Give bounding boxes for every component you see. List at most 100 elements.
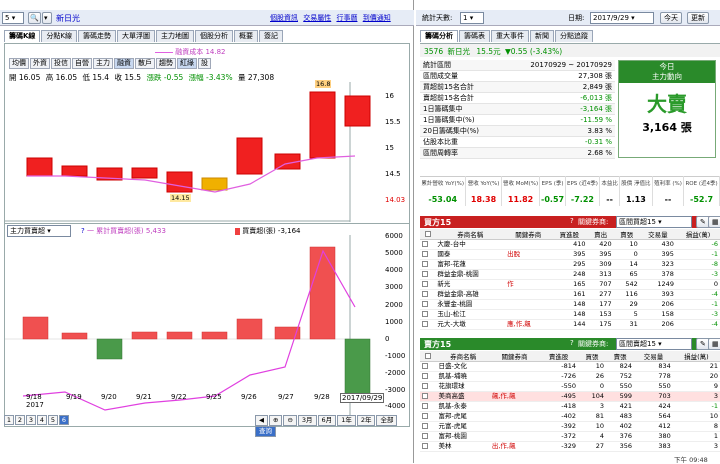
row-checkbox[interactable] [420, 411, 437, 422]
tab-summary[interactable]: 概要 [234, 30, 259, 42]
tab-chip-table[interactable]: 籌碼表 [459, 30, 490, 42]
toolbar-avg[interactable]: 均價 [9, 58, 29, 69]
days-select[interactable]: 1 ▾ [460, 12, 484, 24]
tab-events[interactable]: 重大事件 [491, 30, 529, 42]
select-all-checkbox[interactable] [420, 229, 436, 240]
table-row[interactable]: 凱基-埔曉 -726 26 752 778 20 [420, 371, 720, 382]
page-5[interactable]: 5 [48, 415, 58, 425]
row-checkbox[interactable] [420, 401, 437, 412]
column-header[interactable]: 券商名稱 [436, 351, 490, 362]
toolbar-settings[interactable]: 設 [198, 58, 211, 69]
toolbar-main[interactable]: 主力 [93, 58, 113, 69]
table-row[interactable]: 美林 出,作,飆 -329 27 356 383 3 [420, 441, 720, 452]
row-checkbox[interactable] [420, 431, 437, 442]
help-icon[interactable]: ? [81, 227, 85, 235]
prev-icon[interactable]: ◀ [255, 415, 268, 426]
row-checkbox[interactable] [420, 269, 436, 280]
dropdown-button[interactable]: ▾ [42, 12, 52, 24]
tab-branch-track[interactable]: 分點追蹤 [555, 30, 593, 42]
table-row[interactable]: 凱基-永泰 -418 3 421 424 -1 [420, 401, 720, 412]
column-header[interactable]: 賣進股 [539, 351, 579, 362]
row-checkbox[interactable] [420, 361, 437, 372]
table-row[interactable]: 富邦-虎尾 -402 81 483 564 10 [420, 411, 720, 422]
toolbar-dealer[interactable]: 自營 [72, 58, 92, 69]
row-checkbox[interactable] [420, 319, 436, 330]
toolbar-foreign[interactable]: 外資 [30, 58, 50, 69]
row-checkbox[interactable] [420, 421, 437, 432]
row-checkbox[interactable] [420, 441, 437, 452]
page-2[interactable]: 2 [15, 415, 25, 425]
table-row[interactable]: 玉山-松江 148 153 5 158 -3 [420, 309, 720, 320]
zoom-out-icon[interactable]: ⊖ [283, 415, 297, 426]
link-price-alert[interactable]: 到價通知 [363, 14, 391, 22]
column-header[interactable]: 買張 [578, 351, 607, 362]
row-checkbox[interactable] [420, 391, 437, 402]
range-6m[interactable]: 6月 [317, 415, 337, 426]
link-stock-info[interactable]: 個股資訊 [270, 14, 298, 22]
column-header[interactable]: 賣張 [613, 229, 640, 240]
row-checkbox[interactable] [420, 381, 437, 392]
table-row[interactable]: 元大-大墩 應,作,飆 144 175 31 206 -4 [420, 319, 720, 330]
tab-branch-k[interactable]: 分點K線 [41, 30, 78, 42]
table-row[interactable]: 富邦-桃園 -372 4 376 380 1 [420, 431, 720, 442]
row-checkbox[interactable] [420, 371, 437, 382]
link-calendar[interactable]: 行事曆 [336, 14, 357, 22]
table-row[interactable]: 群益金鼎-桃園 248 313 65 378 -3 [420, 269, 720, 280]
table-row[interactable]: 日盛-文化 -814 10 824 834 21 [420, 361, 720, 372]
toolbar-margin[interactable]: 融資 [114, 58, 134, 69]
zoom-in-icon[interactable]: ⊕ [269, 415, 283, 426]
tab-main-map[interactable]: 主力地圖 [156, 30, 195, 42]
search-button[interactable]: 🔍 [28, 12, 41, 24]
range-3m[interactable]: 3月 [297, 415, 317, 426]
sell-grid-icon[interactable]: ▦ [708, 338, 720, 350]
date-field[interactable]: 2017/9/29 ▾ [590, 12, 654, 24]
row-checkbox[interactable] [420, 259, 436, 270]
column-header[interactable]: 賣張 [606, 351, 635, 362]
column-header[interactable]: 賣出 [587, 229, 614, 240]
range-all[interactable]: 全部 [376, 415, 398, 426]
page-4[interactable]: 4 [37, 415, 47, 425]
column-header[interactable]: 交易量 [639, 229, 676, 240]
tab-chip-trend[interactable]: 籌碼走勢 [78, 30, 117, 42]
tab-chip-k[interactable]: 籌碼K線 [4, 30, 41, 42]
range-1y[interactable]: 1年 [337, 415, 356, 426]
tab-stock-analysis[interactable]: 個股分析 [195, 30, 234, 42]
table-row[interactable]: 花旗環球 -550 0 550 550 9 [420, 381, 720, 392]
column-header[interactable]: 交易量 [634, 351, 673, 362]
table-row[interactable]: 富邦-花蓮 295 309 14 323 -8 [420, 259, 720, 270]
stock-code-select[interactable]: 5 ▾ [2, 12, 24, 24]
table-row[interactable]: 新光作 165 707 542 1249 0 [420, 279, 720, 290]
column-header[interactable]: 券商名稱 [435, 229, 506, 240]
table-row[interactable]: 永豐金-桃園 148 177 29 206 -1 [420, 299, 720, 310]
toolbar-trust[interactable]: 投信 [51, 58, 71, 69]
row-checkbox[interactable] [420, 289, 436, 300]
buy-grid-icon[interactable]: ▦ [708, 216, 720, 228]
column-header[interactable]: 關鍵券商 [489, 351, 540, 362]
tab-chip-analysis[interactable]: 籌碼分析 [420, 30, 458, 42]
select-all-checkbox[interactable] [420, 351, 437, 362]
row-checkbox[interactable] [420, 249, 436, 260]
column-header[interactable]: 買進股 [551, 229, 588, 240]
row-checkbox[interactable] [420, 279, 436, 290]
table-row[interactable]: 大慶-台中 410 420 10 430 -6 [420, 239, 720, 250]
page-6[interactable]: 6 [59, 415, 69, 425]
row-checkbox[interactable] [420, 299, 436, 310]
query-button[interactable]: 查詢 [255, 426, 276, 437]
tab-notes[interactable]: 簽記 [259, 30, 284, 42]
toolbar-trend[interactable]: 趨勢 [156, 58, 176, 69]
table-row[interactable]: 群益金鼎-高雄 161 277 116 393 -4 [420, 289, 720, 300]
row-checkbox[interactable] [420, 239, 436, 250]
toolbar-retail[interactable]: 散戶 [135, 58, 155, 69]
page-1[interactable]: 1 [4, 415, 14, 425]
sell-help-icon[interactable]: ? [570, 339, 574, 347]
tab-news[interactable]: 新聞 [530, 30, 554, 42]
toolbar-redgreen[interactable]: 紅綠 [177, 58, 197, 69]
column-header[interactable]: 損益(萬) [675, 229, 720, 240]
row-checkbox[interactable] [420, 309, 436, 320]
table-row[interactable]: 國泰 出脫 395 395 0 395 -1 [420, 249, 720, 260]
refresh-button[interactable]: 更新 [687, 12, 709, 24]
column-header[interactable]: 損益(萬) [672, 351, 720, 362]
tab-big-order[interactable]: 大單浮圖 [117, 30, 156, 42]
column-header[interactable]: 關鍵券商 [505, 229, 552, 240]
sell-filter-select[interactable]: 區間賣超15 ▾ [616, 338, 692, 350]
